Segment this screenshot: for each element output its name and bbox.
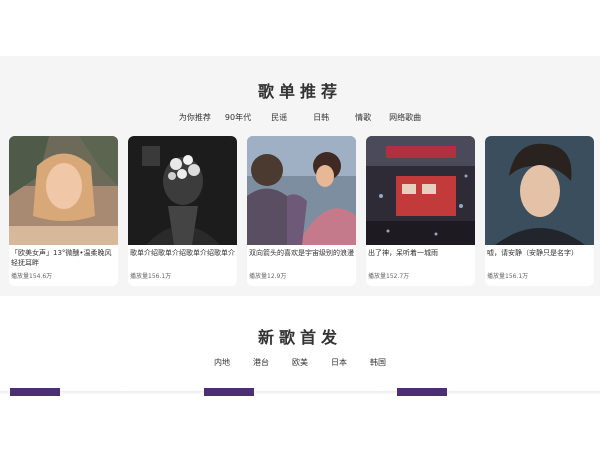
playlist-title: 双向箭头的喜欢是宇宙级别的浪漫	[249, 249, 354, 257]
playlist-card[interactable]: 嘘，请安静（安静只是名字） 播放量156.1万	[485, 136, 594, 286]
playlist-cover-image	[9, 136, 118, 245]
new-song-cover-image[interactable]	[397, 388, 447, 396]
tab-for-you[interactable]: 为你推荐	[179, 112, 211, 123]
new-song-cover-image[interactable]	[204, 388, 254, 396]
divider	[0, 391, 600, 395]
playlist-play-count: 播放量156.1万	[487, 273, 529, 280]
tab-japan[interactable]: 日本	[331, 357, 347, 368]
playlist-play-count: 播放量154.6万	[11, 273, 53, 280]
playlist-cover-image	[128, 136, 237, 245]
playlist-card[interactable]: 歌单介绍歌单介绍歌单介绍歌单介 播放量156.1万	[128, 136, 237, 286]
tab-jpkr[interactable]: 日韩	[313, 112, 329, 123]
new-song-cover-image[interactable]	[10, 388, 60, 396]
tab-hk-tw[interactable]: 港台	[253, 357, 269, 368]
playlist-card[interactable]: 双向箭头的喜欢是宇宙级别的浪漫 播放量12.9万	[247, 136, 356, 286]
playlist-recommend-title: 歌单推荐	[257, 82, 342, 101]
tab-korea[interactable]: 韩国	[370, 357, 386, 368]
new-songs-region-tabs: 内地 港台 欧美 日本 韩国	[0, 357, 600, 368]
tab-90s[interactable]: 90年代	[225, 112, 251, 123]
playlist-cover-image	[366, 136, 475, 245]
playlist-card-list: 「欧美女声」13°微醺•温柔晚风轻抚耳畔 播放量154.6万 歌单介绍歌单介绍歌…	[9, 136, 594, 288]
new-songs-section: 新歌首发 内地 港台 欧美 日本 韩国	[0, 296, 600, 396]
playlist-category-tabs: 为你推荐 90年代 民谣 日韩 情歌 网络歌曲	[0, 112, 600, 123]
playlist-play-count: 播放量152.7万	[368, 273, 410, 280]
tab-folk[interactable]: 民谣	[271, 112, 287, 123]
playlist-title: 嘘，请安静（安静只是名字）	[487, 249, 578, 257]
tab-western[interactable]: 欧美	[292, 357, 308, 368]
playlist-card[interactable]: 出了神，呆听着一城雨 播放量152.7万	[366, 136, 475, 286]
playlist-title: 歌单介绍歌单介绍歌单介绍歌单介	[130, 249, 235, 257]
tab-internet-songs[interactable]: 网络歌曲	[389, 112, 421, 123]
playlist-title: 「欧美女声」13°微醺•温柔晚风轻抚耳畔	[11, 249, 112, 267]
new-songs-title: 新歌首发	[257, 328, 342, 347]
playlist-title: 出了神，呆听着一城雨	[368, 249, 438, 257]
playlist-cover-image	[485, 136, 594, 245]
playlist-card[interactable]: 「欧美女声」13°微醺•温柔晚风轻抚耳畔 播放量154.6万	[9, 136, 118, 286]
playlist-play-count: 播放量156.1万	[130, 273, 172, 280]
tab-love-songs[interactable]: 情歌	[355, 112, 371, 123]
page: 歌单推荐 为你推荐 90年代 民谣 日韩 情歌 网络歌曲 「欧美女声」13°微醺…	[0, 0, 600, 450]
playlist-cover-image	[247, 136, 356, 245]
playlist-play-count: 播放量12.9万	[249, 273, 287, 280]
playlist-recommend-section: 歌单推荐 为你推荐 90年代 民谣 日韩 情歌 网络歌曲 「欧美女声」13°微醺…	[0, 56, 600, 296]
tab-mainland[interactable]: 内地	[214, 357, 230, 368]
